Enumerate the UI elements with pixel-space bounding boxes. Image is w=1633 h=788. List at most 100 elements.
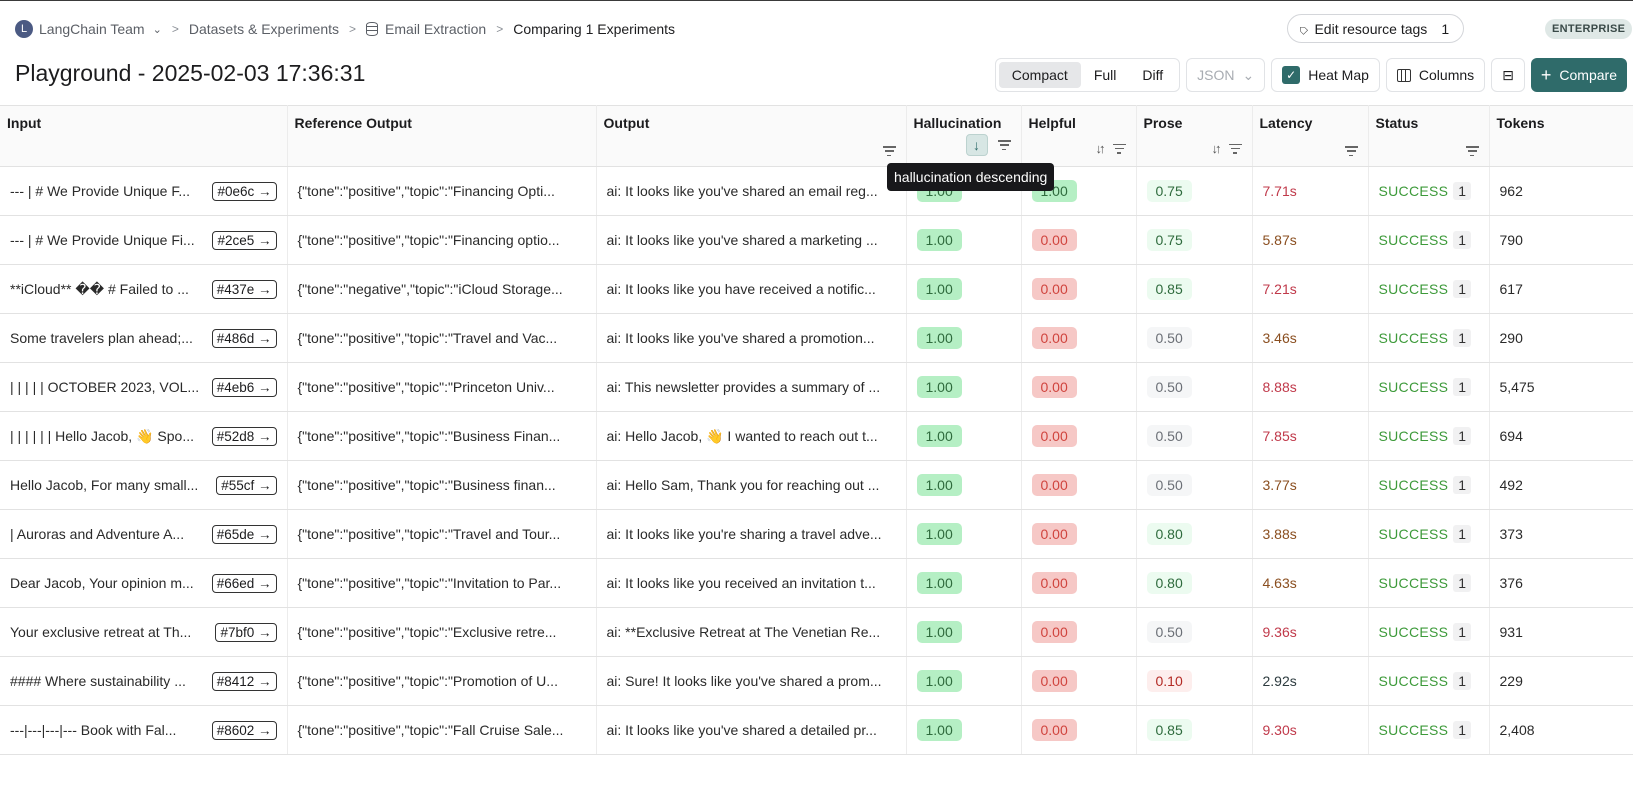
example-id-link[interactable]: #52d8 → — [211, 426, 277, 446]
output-cell[interactable]: ai: **Exclusive Retreat at The Venetian … — [596, 607, 907, 657]
reference-output-cell[interactable]: {"tone":"positive","topic":"Promotion of… — [287, 656, 597, 706]
table-row[interactable]: Hello Jacob, For many small... #55cf → {"t… — [0, 460, 1633, 510]
output-cell[interactable]: ai: Hello Jacob, 👋 I wanted to reach out… — [596, 411, 907, 461]
reference-output-cell[interactable]: {"tone":"positive","topic":"Travel and T… — [287, 509, 597, 559]
view-diff-button[interactable]: Diff — [1129, 62, 1176, 88]
input-cell[interactable]: | Auroras and Adventure A... #65de → — [0, 509, 288, 559]
prose-cell[interactable]: 0.10 — [1136, 656, 1253, 706]
output-cell[interactable]: ai: It looks like you're sharing a trave… — [596, 509, 907, 559]
hallucination-cell[interactable]: 1.00 — [906, 705, 1022, 755]
column-header-reference-output[interactable]: Reference Output — [287, 105, 597, 167]
column-header-input[interactable]: Input — [0, 105, 288, 167]
compare-button[interactable]: + Compare — [1530, 58, 1627, 92]
reference-output-cell[interactable]: {"tone":"positive","topic":"Fall Cruise … — [287, 705, 597, 755]
filter-icon[interactable] — [1344, 146, 1358, 156]
hallucination-cell[interactable]: 1.00 — [906, 362, 1022, 412]
example-id-link[interactable]: #437e → — [211, 279, 277, 299]
input-cell[interactable]: Some travelers plan ahead;... #486d → — [0, 313, 288, 363]
prose-cell[interactable]: 0.80 — [1136, 509, 1253, 559]
helpful-cell[interactable]: 0.00 — [1021, 264, 1137, 314]
output-cell[interactable]: ai: Sure! It looks like you've shared a … — [596, 656, 907, 706]
example-id-link[interactable]: #66ed → — [211, 573, 277, 593]
table-row[interactable]: Some travelers plan ahead;... #486d → {"to… — [0, 313, 1633, 363]
input-cell[interactable]: Dear Jacob, Your opinion m... #66ed → — [0, 558, 288, 608]
breadcrumb-datasets[interactable]: Datasets & Experiments — [189, 21, 339, 37]
reference-output-cell[interactable]: {"tone":"positive","topic":"Financing Op… — [287, 166, 597, 216]
input-cell[interactable]: --- | # We Provide Unique Fi... #2ce5 → — [0, 215, 288, 265]
table-row[interactable]: ---|---|---|--- Book with Fal... #8602 → {… — [0, 705, 1633, 755]
sort-icon[interactable]: ↓↑ — [1212, 141, 1222, 156]
helpful-cell[interactable]: 0.00 — [1021, 411, 1137, 461]
helpful-cell[interactable]: 0.00 — [1021, 215, 1137, 265]
column-header-tokens[interactable]: Tokens — [1489, 105, 1633, 167]
prose-cell[interactable]: 0.50 — [1136, 411, 1253, 461]
filter-icon[interactable] — [1228, 143, 1242, 154]
filter-icon[interactable] — [1112, 143, 1126, 154]
format-select[interactable]: JSON ⌄ — [1186, 58, 1266, 92]
hallucination-cell[interactable]: 1.00 — [906, 411, 1022, 461]
column-header-prose[interactable]: Prose ↓↑ — [1136, 105, 1253, 167]
checkbox-checked-icon[interactable]: ✓ — [1282, 66, 1301, 84]
tree-view-button[interactable]: ⊟ — [1491, 58, 1525, 92]
output-cell[interactable]: ai: It looks like you've shared an email… — [596, 166, 907, 216]
input-cell[interactable]: | | | | | | Hello Jacob, 👋 Spo... #52d8 → — [0, 411, 288, 461]
hallucination-cell[interactable]: 1.00 — [906, 656, 1022, 706]
table-row[interactable]: --- | # We Provide Unique Fi... #2ce5 → {"… — [0, 215, 1633, 265]
example-id-link[interactable]: #2ce5 → — [212, 230, 277, 250]
breadcrumb-team[interactable]: L LangChain Team ⌄ — [15, 20, 162, 38]
helpful-cell[interactable]: 0.00 — [1021, 607, 1137, 657]
helpful-cell[interactable]: 0.00 — [1021, 509, 1137, 559]
example-id-link[interactable]: #8602 → — [211, 720, 277, 740]
example-id-link[interactable]: #65de → — [211, 524, 277, 544]
prose-cell[interactable]: 0.50 — [1136, 313, 1253, 363]
input-cell[interactable]: | | | | | OCTOBER 2023, VOL... #4eb6 → — [0, 362, 288, 412]
example-id-link[interactable]: #7bf0 → — [215, 622, 277, 642]
hallucination-cell[interactable]: 1.00 — [906, 215, 1022, 265]
example-id-link[interactable]: #55cf → — [216, 475, 277, 495]
helpful-cell[interactable]: 0.00 — [1021, 705, 1137, 755]
filter-icon[interactable] — [1465, 146, 1479, 156]
hallucination-cell[interactable]: 1.00 — [906, 607, 1022, 657]
hallucination-cell[interactable]: 1.00 — [906, 509, 1022, 559]
prose-cell[interactable]: 0.80 — [1136, 558, 1253, 608]
hallucination-cell[interactable]: 1.00 — [906, 313, 1022, 363]
prose-cell[interactable]: 0.85 — [1136, 264, 1253, 314]
input-cell[interactable]: ---|---|---|--- Book with Fal... #8602 → — [0, 705, 288, 755]
reference-output-cell[interactable]: {"tone":"positive","topic":"Financing op… — [287, 215, 597, 265]
filter-icon[interactable] — [882, 146, 896, 156]
heatmap-toggle[interactable]: ✓ Heat Map — [1271, 58, 1380, 92]
input-cell[interactable]: --- | # We Provide Unique F... #0e6c → — [0, 166, 288, 216]
sort-icon[interactable]: ↓↑ — [1096, 141, 1106, 156]
prose-cell[interactable]: 0.85 — [1136, 705, 1253, 755]
input-cell[interactable]: #### Where sustainability ... #8412 → — [0, 656, 288, 706]
filter-icon[interactable] — [997, 140, 1011, 150]
helpful-cell[interactable]: 0.00 — [1021, 313, 1137, 363]
example-id-link[interactable]: #8412 → — [211, 671, 277, 691]
reference-output-cell[interactable]: {"tone":"positive","topic":"Exclusive re… — [287, 607, 597, 657]
column-header-helpful[interactable]: Helpful ↓↑ — [1021, 105, 1137, 167]
example-id-link[interactable]: #4eb6 → — [211, 377, 277, 397]
view-full-button[interactable]: Full — [1081, 62, 1130, 88]
column-header-status[interactable]: Status — [1368, 105, 1490, 167]
column-header-latency[interactable]: Latency — [1252, 105, 1369, 167]
prose-cell[interactable]: 0.50 — [1136, 607, 1253, 657]
output-cell[interactable]: ai: It looks like you received an invita… — [596, 558, 907, 608]
columns-button[interactable]: Columns — [1385, 58, 1486, 92]
prose-cell[interactable]: 0.75 — [1136, 215, 1253, 265]
reference-output-cell[interactable]: {"tone":"positive","topic":"Invitation t… — [287, 558, 597, 608]
table-row[interactable]: **iCloud** �� # Failed to ... #437e → {"to… — [0, 264, 1633, 314]
example-id-link[interactable]: #0e6c → — [212, 181, 277, 201]
prose-cell[interactable]: 0.50 — [1136, 460, 1253, 510]
output-cell[interactable]: ai: It looks like you've shared a promot… — [596, 313, 907, 363]
example-id-link[interactable]: #486d → — [211, 328, 277, 348]
helpful-cell[interactable]: 0.00 — [1021, 460, 1137, 510]
output-cell[interactable]: ai: It looks like you've shared a market… — [596, 215, 907, 265]
column-header-output[interactable]: Output — [596, 105, 907, 167]
table-row[interactable]: Your exclusive retreat at Th... #7bf0 → {"… — [0, 607, 1633, 657]
hallucination-cell[interactable]: 1.00 — [906, 558, 1022, 608]
edit-resource-tags-button[interactable]: ⌂ Edit resource tags 1 — [1287, 14, 1465, 43]
reference-output-cell[interactable]: {"tone":"positive","topic":"Business fin… — [287, 460, 597, 510]
input-cell[interactable]: **iCloud** �� # Failed to ... #437e → — [0, 264, 288, 314]
table-row[interactable]: | | | | | OCTOBER 2023, VOL... #4eb6 → {"t… — [0, 362, 1633, 412]
hallucination-cell[interactable]: 1.00 — [906, 460, 1022, 510]
